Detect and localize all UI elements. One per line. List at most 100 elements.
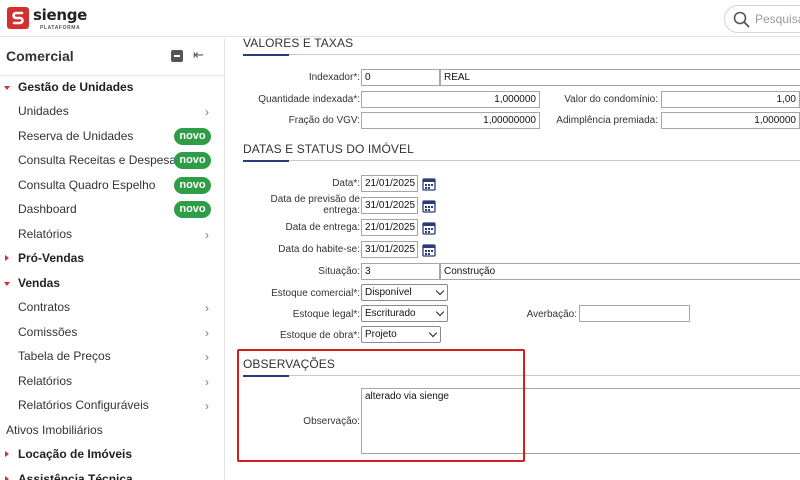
label-estoque-comercial: Estoque comercial*: [271, 288, 360, 299]
select-value: Escriturado [365, 308, 416, 319]
sidebar-item-label: Relatórios Configuráveis [18, 398, 149, 412]
data-input[interactable]: 21/01/2025 [361, 175, 418, 192]
situacao-name-input[interactable]: Construção [440, 263, 800, 280]
search-box[interactable] [724, 5, 800, 33]
label-data: Data*: [332, 178, 360, 189]
averbacao-input[interactable] [579, 305, 690, 322]
quantidade-indexada-input[interactable]: 1,000000 [361, 91, 540, 108]
sienge-logo-icon [7, 7, 29, 29]
label-data-previsao-line1: Data de previsão de [270, 194, 360, 205]
new-badge: novo [174, 177, 211, 194]
sidebar-item-label: Gestão de Unidades [18, 80, 134, 94]
sidebar-item-ativos-imobiliarios[interactable]: Ativos Imobiliários [0, 419, 224, 443]
collapse-all-icon[interactable] [171, 50, 183, 62]
data-previsao-input[interactable]: 31/01/2025 [361, 197, 418, 214]
select-value: Disponível [365, 287, 412, 298]
expanded-caret-icon [4, 282, 10, 286]
label-estoque-legal: Estoque legal*: [292, 309, 360, 320]
sidebar-group-assistencia-tecnica[interactable]: Assistência Técnica [0, 468, 224, 480]
search-icon [733, 11, 750, 28]
search-input[interactable] [755, 10, 800, 28]
chevron-right-icon: › [205, 228, 209, 242]
data-habitese-input[interactable]: 31/01/2025 [361, 241, 418, 258]
top-header: sienge PLATAFORMA [0, 0, 800, 37]
section-title-datas: DATAS E STATUS DO IMÓVEL [243, 142, 414, 156]
sidebar-group-locacao-imoveis[interactable]: Locação de Imóveis [0, 443, 224, 467]
valor-condominio-input[interactable]: 1,00 [661, 91, 800, 108]
sidebar-item-relatorios-vendas[interactable]: Relatórios › [0, 370, 224, 394]
chevron-right-icon: › [205, 326, 209, 340]
sidebar-item-label: Locação de Imóveis [18, 447, 133, 461]
sidebar-item-label: Consulta Quadro Espelho [18, 178, 156, 192]
sidebar-item-label: Pró-Vendas [18, 251, 85, 265]
sidebar-title: Comercial [6, 48, 74, 64]
sidebar-item-label: Tabela de Preços [18, 349, 111, 363]
chevron-down-icon [435, 307, 445, 317]
hide-sidebar-icon[interactable]: ⇤ [193, 47, 209, 63]
sidebar: Comercial ⇤ Gestão de Unidades Unidades … [0, 38, 225, 480]
sidebar-item-quadro-espelho[interactable]: Consulta Quadro Espelho novo [0, 174, 224, 198]
chevron-down-icon [428, 328, 438, 338]
app-window: sienge PLATAFORMA Comercial ⇤ Gestão de … [0, 0, 800, 480]
estoque-obra-select[interactable]: Projeto [361, 326, 441, 343]
sidebar-item-comissoes[interactable]: Comissões › [0, 321, 224, 345]
section-divider [243, 160, 800, 161]
brand-subtitle: PLATAFORMA [40, 25, 81, 31]
chevron-right-icon: › [205, 105, 209, 119]
adimplencia-premiada-input[interactable]: 1,000000 [661, 112, 800, 129]
sidebar-item-label: Assistência Técnica [18, 472, 133, 480]
sidebar-item-reserva-unidades[interactable]: Reserva de Unidades novo [0, 125, 224, 149]
situacao-code-input[interactable]: 3 [361, 263, 440, 280]
sidebar-item-label: Ativos Imobiliários [6, 423, 103, 437]
sidebar-item-dashboard[interactable]: Dashboard novo [0, 198, 224, 222]
sidebar-item-relatorios-gestao[interactable]: Relatórios › [0, 223, 224, 247]
label-data-previsao: Data de previsão de entrega: [270, 194, 360, 216]
sidebar-item-label: Relatórios [18, 374, 73, 388]
label-adimplencia-premiada: Adimplência premiada: [556, 115, 658, 126]
sidebar-group-gestao-unidades[interactable]: Gestão de Unidades [0, 76, 224, 100]
label-averbacao: Averbação: [526, 309, 577, 320]
collapsed-caret-icon [5, 255, 9, 261]
sidebar-item-relatorios-configuraveis[interactable]: Relatórios Configuráveis › [0, 394, 224, 418]
sidebar-item-label: Contratos [18, 300, 71, 314]
collapsed-caret-icon [5, 451, 9, 457]
data-entrega-input[interactable]: 21/01/2025 [361, 219, 418, 236]
fracao-vgv-input[interactable]: 1,00000000 [361, 112, 540, 129]
estoque-legal-select[interactable]: Escriturado [361, 305, 448, 322]
collapsed-caret-icon [5, 476, 9, 480]
calendar-icon[interactable] [422, 177, 436, 191]
calendar-icon[interactable] [422, 221, 436, 235]
new-badge: novo [174, 201, 211, 218]
chevron-right-icon: › [205, 301, 209, 315]
label-data-habitese: Data do habite-se: [278, 244, 360, 255]
section-accent [243, 54, 289, 56]
sidebar-item-tabela-precos[interactable]: Tabela de Preços › [0, 345, 224, 369]
brand-name: sienge [33, 6, 88, 24]
sidebar-item-label: Unidades [18, 104, 69, 118]
highlight-box [237, 349, 525, 462]
label-data-previsao-line2: entrega: [323, 205, 360, 216]
sidebar-item-consulta-receitas[interactable]: Consulta Receitas e Despesas novo [0, 149, 224, 173]
sidebar-item-label: Relatórios [18, 227, 73, 241]
calendar-icon[interactable] [422, 243, 436, 257]
label-fracao-vgv: Fração do VGV: [288, 115, 360, 126]
sidebar-group-pro-vendas[interactable]: Pró-Vendas [0, 247, 224, 271]
chevron-right-icon: › [205, 375, 209, 389]
new-badge: novo [174, 128, 211, 145]
chevron-right-icon: › [205, 399, 209, 413]
brand-logo[interactable]: sienge PLATAFORMA [7, 6, 87, 32]
label-valor-condominio: Valor do condomínio: [564, 94, 658, 105]
section-divider [243, 54, 800, 55]
chevron-right-icon: › [205, 350, 209, 364]
indexador-code-input[interactable]: 0 [361, 69, 440, 86]
calendar-icon[interactable] [422, 199, 436, 213]
sidebar-item-contratos[interactable]: Contratos › [0, 296, 224, 320]
estoque-comercial-select[interactable]: Disponível [361, 284, 448, 301]
section-title-valores: VALORES E TAXAS [243, 38, 354, 50]
sidebar-group-vendas[interactable]: Vendas [0, 272, 224, 296]
sidebar-item-label: Dashboard [18, 202, 77, 216]
sidebar-item-unidades[interactable]: Unidades › [0, 100, 224, 124]
chevron-down-icon [435, 286, 445, 296]
expanded-caret-icon [4, 86, 10, 90]
indexador-name-input[interactable]: REAL [440, 69, 800, 86]
